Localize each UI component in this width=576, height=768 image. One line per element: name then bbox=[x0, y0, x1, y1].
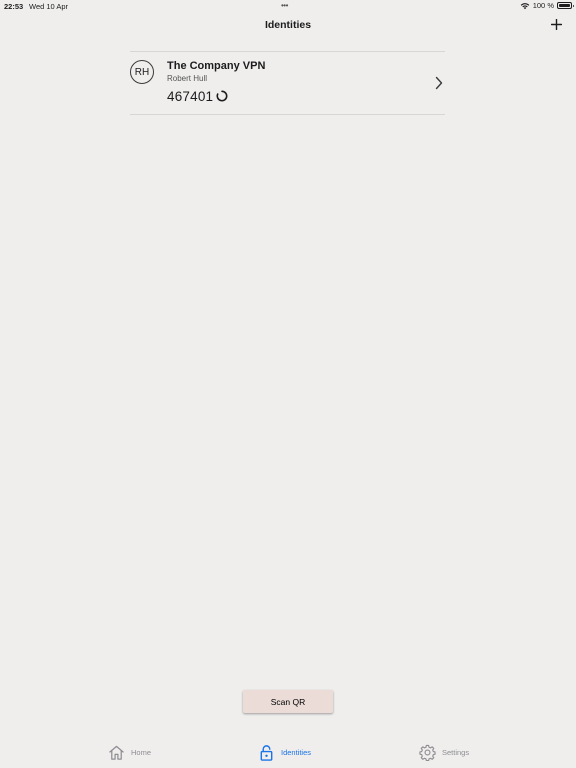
battery-icon bbox=[557, 2, 574, 9]
home-icon bbox=[109, 745, 124, 760]
identity-row[interactable]: RH The Company VPN Robert Hull 467401 bbox=[130, 52, 445, 114]
battery-percentage: 100 % bbox=[532, 1, 554, 10]
status-time: 22:53 bbox=[4, 2, 24, 11]
add-identity-button[interactable] bbox=[548, 14, 564, 34]
tab-bar: Home Identities Settings bbox=[0, 736, 576, 768]
identity-user: Robert Hull bbox=[167, 74, 208, 83]
chevron-right-icon bbox=[435, 76, 443, 90]
lock-icon bbox=[260, 745, 273, 761]
multitask-dots[interactable]: ••• bbox=[281, 1, 288, 10]
tab-label-home: Home bbox=[131, 748, 152, 757]
otp-code: 467401 bbox=[167, 89, 214, 104]
plus-icon bbox=[550, 18, 562, 30]
status-bar: 22:53 Wed 10 Apr ••• 100 % bbox=[0, 0, 576, 12]
tab-label-settings: Settings bbox=[442, 748, 470, 757]
tab-home[interactable]: Home bbox=[108, 744, 151, 761]
identity-name: The Company VPN bbox=[167, 60, 266, 72]
wifi-icon bbox=[520, 2, 529, 9]
avatar: RH bbox=[130, 60, 154, 84]
status-indicators: 100 % bbox=[520, 1, 574, 10]
page-title: Identities bbox=[264, 19, 312, 31]
list-divider-bottom bbox=[130, 114, 445, 115]
tab-label-identities: Identities bbox=[281, 748, 312, 757]
tab-identities[interactable]: Identities bbox=[258, 744, 311, 761]
scan-qr-button[interactable]: Scan QR bbox=[243, 690, 333, 713]
tab-settings[interactable]: Settings bbox=[419, 744, 469, 761]
status-date: Wed 10 Apr bbox=[29, 2, 69, 11]
countdown-ring-icon bbox=[216, 90, 228, 102]
gear-icon bbox=[419, 744, 436, 761]
